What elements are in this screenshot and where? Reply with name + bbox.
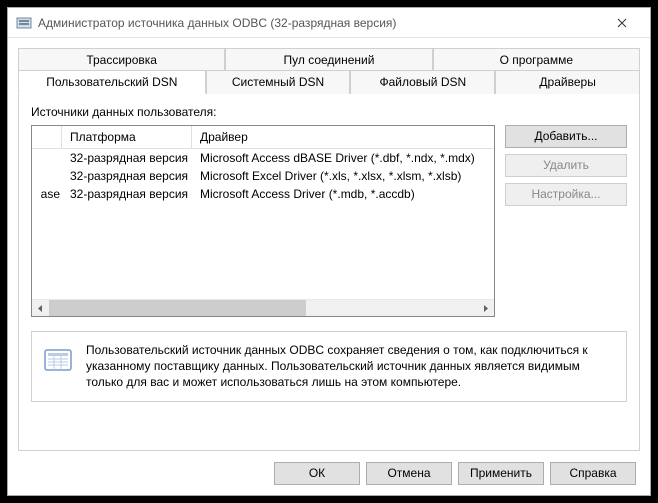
list-row[interactable]: 32-разрядная версия Microsoft Access dBA… [32, 149, 494, 167]
cell-platform: 32-разрядная версия [62, 185, 192, 203]
sources-label: Источники данных пользователя: [31, 105, 627, 119]
cell-name: ase [32, 185, 62, 203]
list-row[interactable]: 32-разрядная версия Microsoft Excel Driv… [32, 167, 494, 185]
list-row[interactable]: ase 32-разрядная версия Microsoft Access… [32, 185, 494, 203]
cell-name [32, 149, 62, 167]
add-button[interactable]: Добавить... [505, 125, 627, 148]
cell-platform: 32-разрядная версия [62, 167, 192, 185]
odbc-admin-window: Администратор источника данных ODBC (32-… [7, 7, 651, 496]
close-button[interactable] [602, 9, 642, 37]
window-title: Администратор источника данных ODBC (32-… [38, 16, 602, 30]
tab-about[interactable]: О программе [433, 48, 640, 71]
cell-name [32, 167, 62, 185]
column-name-clip[interactable] [32, 126, 62, 148]
titlebar: Администратор источника данных ODBC (32-… [8, 8, 650, 38]
ok-button[interactable]: ОК [274, 462, 360, 485]
app-icon [16, 15, 32, 31]
column-platform[interactable]: Платформа [62, 126, 192, 148]
tab-panel-user-dsn: Источники данных пользователя: Платформа… [18, 93, 640, 451]
scroll-right-icon[interactable] [477, 300, 494, 317]
info-text: Пользовательский источник данных ODBC со… [86, 342, 616, 391]
scroll-thumb[interactable] [49, 300, 306, 317]
scroll-track[interactable] [49, 300, 477, 317]
tab-pooling[interactable]: Пул соединений [225, 48, 432, 71]
tabs-row-bottom: Пользовательский DSN Системный DSN Файло… [18, 70, 640, 94]
dialog-footer: ОК Отмена Применить Справка [8, 451, 650, 495]
tab-drivers[interactable]: Драйверы [495, 70, 640, 94]
info-icon [42, 344, 74, 376]
apply-button[interactable]: Применить [458, 462, 544, 485]
tab-tracing[interactable]: Трассировка [18, 48, 225, 71]
configure-button[interactable]: Настройка... [505, 183, 627, 206]
tab-system-dsn[interactable]: Системный DSN [206, 70, 351, 94]
horizontal-scrollbar[interactable] [32, 299, 494, 316]
cancel-button[interactable]: Отмена [366, 462, 452, 485]
cell-platform: 32-разрядная версия [62, 149, 192, 167]
list-body: 32-разрядная версия Microsoft Access dBA… [32, 149, 494, 299]
cell-driver: Microsoft Access Driver (*.mdb, *.accdb) [192, 185, 494, 203]
cell-driver: Microsoft Access dBASE Driver (*.dbf, *.… [192, 149, 494, 167]
scroll-left-icon[interactable] [32, 300, 49, 317]
column-driver[interactable]: Драйвер [192, 126, 494, 148]
side-buttons: Добавить... Удалить Настройка... [505, 125, 627, 317]
tab-file-dsn[interactable]: Файловый DSN [350, 70, 495, 94]
tabs-row-top: Трассировка Пул соединений О программе [18, 48, 640, 71]
tabs-container: Трассировка Пул соединений О программе П… [8, 38, 650, 451]
info-box: Пользовательский источник данных ODBC со… [31, 331, 627, 402]
data-sources-list[interactable]: Платформа Драйвер 32-разрядная версия Mi… [31, 125, 495, 317]
help-button[interactable]: Справка [550, 462, 636, 485]
list-header: Платформа Драйвер [32, 126, 494, 149]
cell-driver: Microsoft Excel Driver (*.xls, *.xlsx, *… [192, 167, 494, 185]
remove-button[interactable]: Удалить [505, 154, 627, 177]
tab-user-dsn[interactable]: Пользовательский DSN [18, 70, 206, 94]
